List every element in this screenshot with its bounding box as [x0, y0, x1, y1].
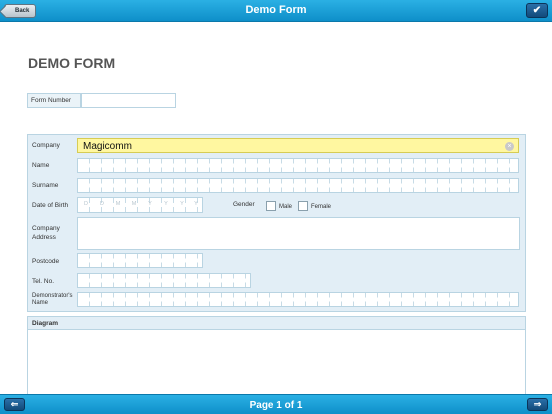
address-label-line2: Address: [32, 234, 56, 241]
company-value: Magicomm: [83, 141, 132, 152]
dob-placeholder: Y: [180, 201, 184, 207]
page-indicator: Page 1 of 1: [249, 400, 303, 411]
window-title: Demo Form: [245, 4, 307, 16]
postcode-input[interactable]: [77, 253, 203, 268]
postcode-label: Postcode: [32, 258, 60, 265]
bottom-bar: ⇐ Page 1 of 1 ⇒: [0, 394, 552, 414]
demonstrator-label-line1: Demonstrator's: [32, 293, 73, 299]
demonstrator-label-line2: Name: [32, 300, 49, 306]
submit-check-button[interactable]: ✔: [526, 3, 548, 18]
top-bar: Back Demo Form ✔: [0, 0, 552, 22]
clear-icon[interactable]: ×: [505, 142, 514, 151]
arrow-right-icon: ⇒: [533, 399, 542, 409]
gender-female-checkbox[interactable]: [298, 201, 308, 211]
dob-placeholder: Y: [148, 201, 152, 207]
surname-label: Surname: [32, 182, 59, 189]
dob-placeholder: Y: [164, 201, 168, 207]
address-label-line1: Company: [32, 225, 60, 232]
form-number-label: Form Number: [27, 93, 81, 108]
diagram-canvas[interactable]: [28, 330, 525, 395]
dob-placeholder: M: [115, 201, 121, 207]
dob-placeholder: D: [100, 201, 104, 207]
gender-male-checkbox[interactable]: [266, 201, 276, 211]
surname-input[interactable]: [77, 178, 519, 193]
gender-male-label: Male: [279, 204, 293, 210]
gender-label: Gender: [233, 201, 255, 208]
diagram-header: Diagram: [28, 317, 525, 330]
dob-placeholder: M: [131, 201, 137, 207]
form-number-input[interactable]: [81, 93, 176, 108]
next-page-button[interactable]: ⇒: [527, 398, 548, 411]
details-panel: Company Magicomm × Name Surname Date of …: [27, 134, 526, 312]
company-input[interactable]: Magicomm ×: [77, 138, 519, 153]
gender-female-label: Female: [311, 204, 332, 210]
address-textarea[interactable]: [77, 217, 520, 250]
company-label: Company: [32, 142, 60, 149]
dob-placeholder: Y: [194, 201, 198, 207]
tel-input[interactable]: [77, 273, 251, 288]
demonstrator-name-input[interactable]: [77, 292, 519, 307]
checkmark-icon: ✔: [532, 5, 542, 16]
name-label: Name: [32, 162, 50, 169]
dob-input[interactable]: D D M M Y Y Y Y: [77, 197, 203, 213]
tel-label: Tel. No.: [32, 278, 55, 285]
page-title: DEMO FORM: [28, 55, 116, 71]
diagram-section: Diagram: [27, 316, 526, 396]
dob-placeholder: D: [84, 201, 88, 207]
name-input[interactable]: [77, 158, 519, 173]
dob-label: Date of Birth: [32, 202, 69, 209]
